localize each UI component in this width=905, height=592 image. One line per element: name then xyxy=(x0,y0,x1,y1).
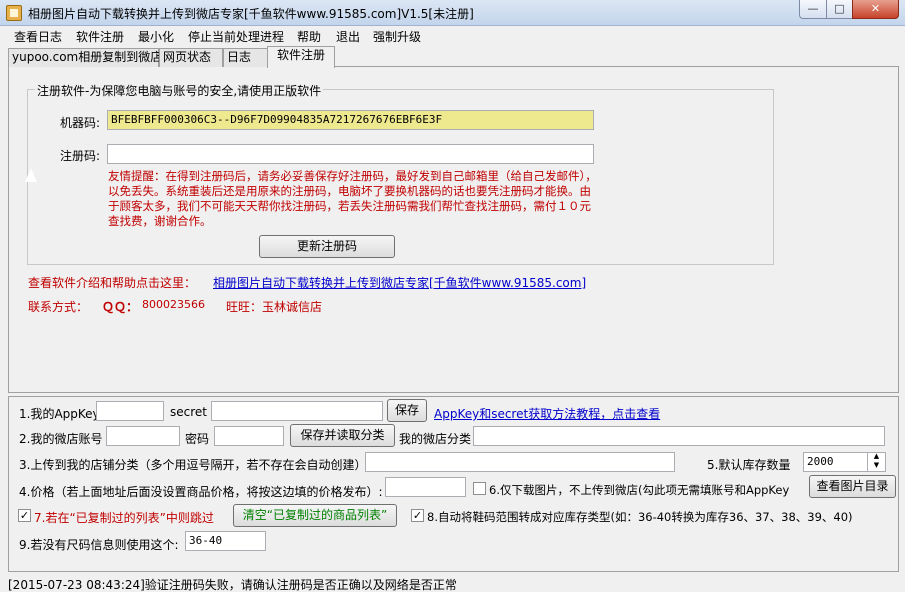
spin-up-icon[interactable]: ▲ xyxy=(868,452,885,461)
stock-spin-buttons[interactable]: ▲ ▼ xyxy=(867,452,885,471)
password-label: 密码 xyxy=(185,432,210,446)
appkey-help-link[interactable]: AppKey和secret获取方法教程，点击查看 xyxy=(434,405,660,422)
menu-register[interactable]: 软件注册 xyxy=(76,28,124,45)
update-reg-code-button[interactable]: 更新注册码 xyxy=(259,235,395,258)
wangwang-label: 旺旺： xyxy=(226,300,263,314)
shoe-size-checkbox[interactable]: ✓ xyxy=(411,509,424,522)
price-label: 4.价格（若上面地址后面没设置商品价格，将按这边填的价格发布）: xyxy=(19,485,383,499)
mouse-cursor-icon xyxy=(25,168,37,182)
menu-force-upgrade[interactable]: 强制升级 xyxy=(373,28,421,45)
shoe-size-label: 8.自动将鞋码范围转成对应库存类型(如：36-40转换为库存36、37、38、3… xyxy=(427,510,853,524)
shop-account-input[interactable] xyxy=(106,426,180,446)
appkey-input[interactable] xyxy=(96,401,164,421)
tab-log[interactable]: 日志 xyxy=(223,48,269,67)
qq-value: 800023566 xyxy=(142,298,205,311)
menu-stop-process[interactable]: 停止当前处理进程 xyxy=(188,28,284,45)
app-icon xyxy=(6,5,22,21)
menu-bar: 查看日志 软件注册 最小化 停止当前处理进程 帮助 退出 强制升级 xyxy=(0,26,905,46)
password-input[interactable] xyxy=(214,426,284,446)
upload-category-label: 3.上传到我的店铺分类（多个用逗号隔开，若不存在会自动创建）: xyxy=(19,458,371,472)
stock-label: 5.默认库存数量 xyxy=(707,458,791,472)
upload-category-input[interactable] xyxy=(365,452,675,472)
tab-register[interactable]: 软件注册 xyxy=(267,46,335,68)
intro-link[interactable]: 相册图片自动下载转换并上传到微店专家[千鱼软件www.91585.com] xyxy=(213,274,586,291)
skip-copied-label: 7.若在“已复制过的列表”中则跳过 xyxy=(34,511,214,525)
intro-label: 查看软件介绍和帮助点击这里： xyxy=(28,276,197,290)
download-only-label: 6.仅下载图片，不上传到微店(勾此项无需填账号和AppKey xyxy=(489,483,790,497)
menu-help[interactable]: 帮助 xyxy=(297,28,321,45)
view-images-button[interactable]: 查看图片目录 xyxy=(809,475,896,498)
secret-label: secret xyxy=(170,405,207,419)
clear-copied-list-button[interactable]: 清空“已复制过的商品列表” xyxy=(233,504,397,527)
wangwang-value: 玉林诚信店 xyxy=(262,300,323,314)
appkey-label: 1.我的AppKey xyxy=(19,407,100,421)
maximize-button[interactable]: □ xyxy=(826,0,853,19)
contact-label: 联系方式： xyxy=(28,300,89,314)
my-categories-select[interactable] xyxy=(473,426,885,446)
price-input[interactable] xyxy=(385,477,466,497)
skip-copied-checkbox[interactable]: ✓ xyxy=(18,509,31,522)
registration-warning: 友情提醒：在得到注册码后，请务必妥善保存好注册码，最好发到自己邮箱里（给自己发邮… xyxy=(108,169,597,228)
save-appkey-button[interactable]: 保存 xyxy=(387,399,427,422)
shop-account-label: 2.我的微店账号 xyxy=(19,432,103,446)
secret-input[interactable] xyxy=(211,401,383,421)
reg-code-input[interactable] xyxy=(107,144,594,164)
save-read-categories-button[interactable]: 保存并读取分类 xyxy=(290,424,395,447)
menu-exit[interactable]: 退出 xyxy=(336,28,360,45)
minimize-button[interactable]: — xyxy=(799,0,827,19)
qq-label: ＱＱ： xyxy=(102,300,139,314)
default-size-label: 9.若没有尺码信息则使用这个: xyxy=(19,538,179,552)
machine-code-label: 机器码: xyxy=(60,116,101,130)
title-bar: 相册图片自动下载转换并上传到微店专家[千鱼软件www.91585.com]V1.… xyxy=(0,0,905,26)
spin-down-icon[interactable]: ▼ xyxy=(868,461,885,470)
reg-code-label: 注册码: xyxy=(60,149,101,163)
download-only-checkbox[interactable] xyxy=(473,482,486,495)
tab-web-status[interactable]: 网页状态 xyxy=(159,48,223,67)
close-button[interactable]: ✕ xyxy=(852,0,899,19)
machine-code-field[interactable]: BFEBFBFF000306C3--D96F7D09904835A7217267… xyxy=(107,110,594,130)
registration-group-title: 注册软件-为保障您电脑与账号的安全,请使用正版软件 xyxy=(35,82,324,99)
menu-view-log[interactable]: 查看日志 xyxy=(14,28,62,45)
default-size-input[interactable]: 36-40 xyxy=(185,531,266,551)
menu-minimize[interactable]: 最小化 xyxy=(138,28,174,45)
my-categories-label: 我的微店分类 xyxy=(399,432,472,446)
window-title: 相册图片自动下载转换并上传到微店专家[千鱼软件www.91585.com]V1.… xyxy=(28,7,474,21)
tab-yupoo-copy[interactable]: yupoo.com相册复制到微店 xyxy=(8,48,162,67)
status-bar: [2015-07-23 08:43:24]验证注册码失败，请确认注册码是否正确以… xyxy=(0,576,905,592)
